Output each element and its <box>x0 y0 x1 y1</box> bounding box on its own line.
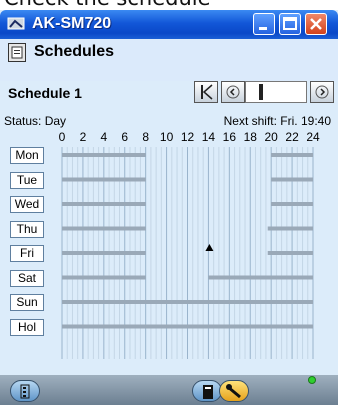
network-card-icon <box>7 15 25 33</box>
day-period-bar <box>267 226 313 231</box>
schedule-slider[interactable] <box>245 81 307 103</box>
schedule-name: Schedule 1 <box>8 85 82 101</box>
day-button-wed[interactable]: Wed <box>10 196 44 213</box>
minimize-button[interactable] <box>253 13 275 35</box>
hour-label: 16 <box>222 130 237 144</box>
service-button[interactable] <box>219 380 249 402</box>
hour-label: 6 <box>121 130 129 144</box>
day-period-bar <box>62 275 146 280</box>
tree-view-icon <box>20 384 30 399</box>
hour-label: 8 <box>142 130 149 144</box>
title-bar: AK-SM720 <box>0 10 338 39</box>
previous-schedule-button[interactable] <box>221 81 245 103</box>
hour-label: 2 <box>79 130 87 144</box>
schedule-navigation: Schedule 1 <box>0 81 338 111</box>
step-forward-icon <box>315 85 329 99</box>
day-button-fri[interactable]: Fri <box>10 245 44 262</box>
step-back-icon <box>226 85 240 99</box>
tree-view-button[interactable] <box>10 380 40 402</box>
alarm-button[interactable] <box>192 380 222 402</box>
caption-text: Check the schedule <box>4 0 211 10</box>
day-period-bar <box>271 202 313 206</box>
window-title: AK-SM720 <box>32 15 112 32</box>
day-button-sun[interactable]: Sun <box>10 294 44 311</box>
day-button-thu[interactable]: Thu <box>10 220 44 238</box>
hour-label: 22 <box>285 130 299 144</box>
day-period-bar <box>62 153 146 157</box>
day-period-bar <box>62 251 146 255</box>
app-window: AK-SM720 Schedules Schedule 1 Status: Da… <box>0 10 338 405</box>
day-button-tue[interactable]: Tue <box>10 171 44 189</box>
slider-thumb[interactable] <box>259 84 263 100</box>
close-icon <box>310 18 322 30</box>
day-period-bar <box>62 300 313 304</box>
status-text: Status: Day <box>4 114 67 128</box>
hour-label: 0 <box>58 130 66 144</box>
bottom-toolbar <box>0 375 338 405</box>
wrench-icon <box>226 384 241 399</box>
next-schedule-button[interactable] <box>310 81 334 103</box>
hour-label: 10 <box>159 130 174 144</box>
calendar-icon <box>8 43 26 62</box>
hour-label: 20 <box>264 130 278 144</box>
day-period-bar <box>271 153 313 157</box>
day-button-sat[interactable]: Sat <box>10 269 44 287</box>
hour-label: 18 <box>243 130 257 144</box>
skip-first-icon <box>201 84 213 100</box>
hour-label: 4 <box>100 130 108 144</box>
day-period-bar <box>271 177 313 182</box>
day-period-bar <box>62 226 146 231</box>
schedules-header: Schedules <box>0 39 338 81</box>
page-title: Schedules <box>34 43 115 60</box>
day-period-bar <box>62 177 146 182</box>
status-led <box>308 376 316 384</box>
next-shift-text: Next shift: Fri. 19:40 <box>223 114 331 128</box>
day-period-bar <box>267 251 313 255</box>
hour-label: 12 <box>180 130 195 144</box>
close-button[interactable] <box>305 13 327 35</box>
day-period-bar <box>62 324 313 329</box>
schedule-grid[interactable] <box>51 147 315 365</box>
minimize-icon <box>259 27 267 30</box>
maximize-button[interactable] <box>279 13 301 35</box>
hour-label: 14 <box>201 130 216 144</box>
first-schedule-button[interactable] <box>194 81 218 103</box>
hour-scale: 0 2 4 6 8 10 12 14 16 18 20 22 24 <box>0 130 338 145</box>
day-period-bar <box>208 275 313 280</box>
hour-label: 24 <box>306 130 320 144</box>
day-button-mon[interactable]: Mon <box>10 147 44 164</box>
day-button-hol[interactable]: Hol <box>10 318 44 336</box>
caption: Check the schedule <box>0 0 338 10</box>
maximize-icon <box>283 17 297 30</box>
day-period-bar <box>62 202 146 206</box>
current-time-marker <box>205 244 214 251</box>
